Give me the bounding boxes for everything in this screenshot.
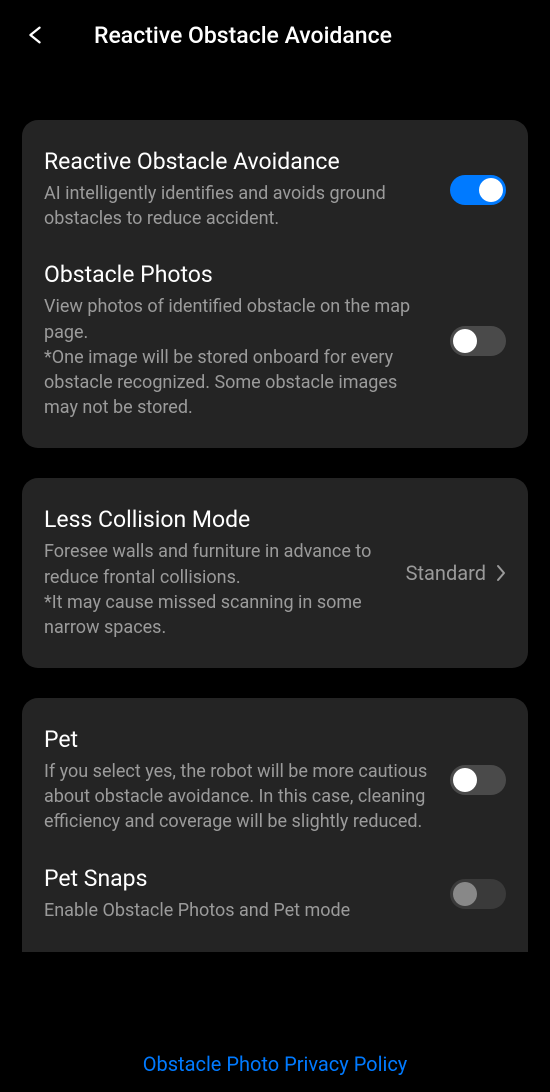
value-text: Standard	[406, 561, 486, 585]
back-icon[interactable]	[24, 24, 46, 46]
row-desc: Enable Obstacle Photos and Pet mode	[44, 898, 430, 923]
row-pet: Pet If you select yes, the robot will be…	[44, 726, 506, 835]
row-pet-snaps: Pet Snaps Enable Obstacle Photos and Pet…	[44, 865, 506, 923]
row-desc: View photos of identified obstacle on th…	[44, 294, 430, 420]
card-obstacle-avoidance: Reactive Obstacle Avoidance AI intellige…	[22, 120, 528, 448]
row-title: Pet	[44, 726, 430, 753]
row-title: Reactive Obstacle Avoidance	[44, 148, 430, 175]
header: Reactive Obstacle Avoidance	[0, 0, 550, 70]
row-text: Pet Snaps Enable Obstacle Photos and Pet…	[44, 865, 450, 923]
row-title: Pet Snaps	[44, 865, 430, 892]
card-pet: Pet If you select yes, the robot will be…	[22, 698, 528, 952]
row-desc: AI intelligently identifies and avoids g…	[44, 181, 430, 231]
toggle-knob	[453, 882, 477, 906]
row-obstacle-photos: Obstacle Photos View photos of identifie…	[44, 261, 506, 420]
toggle-knob	[453, 768, 477, 792]
row-title: Obstacle Photos	[44, 261, 430, 288]
value-selector: Standard	[406, 561, 506, 585]
chevron-right-icon	[496, 564, 506, 582]
row-text: Obstacle Photos View photos of identifie…	[44, 261, 450, 420]
privacy-policy-link[interactable]: Obstacle Photo Privacy Policy	[0, 1052, 550, 1076]
row-text: Reactive Obstacle Avoidance AI intellige…	[44, 148, 450, 231]
toggle-obstacle-photos[interactable]	[450, 326, 506, 356]
toggle-pet[interactable]	[450, 765, 506, 795]
toggle-knob	[479, 178, 503, 202]
toggle-reactive-obstacle-avoidance[interactable]	[450, 175, 506, 205]
row-desc: Foresee walls and furniture in advance t…	[44, 539, 386, 640]
page-title: Reactive Obstacle Avoidance	[94, 22, 392, 49]
row-reactive-obstacle-avoidance: Reactive Obstacle Avoidance AI intellige…	[44, 148, 506, 231]
row-text: Less Collision Mode Foresee walls and fu…	[44, 506, 406, 640]
row-desc: If you select yes, the robot will be mor…	[44, 759, 430, 835]
toggle-knob	[453, 329, 477, 353]
toggle-pet-snaps	[450, 879, 506, 909]
row-text: Pet If you select yes, the robot will be…	[44, 726, 450, 835]
card-less-collision: Less Collision Mode Foresee walls and fu…	[22, 478, 528, 668]
row-title: Less Collision Mode	[44, 506, 386, 533]
content: Reactive Obstacle Avoidance AI intellige…	[0, 70, 550, 952]
row-less-collision-mode[interactable]: Less Collision Mode Foresee walls and fu…	[44, 506, 506, 640]
